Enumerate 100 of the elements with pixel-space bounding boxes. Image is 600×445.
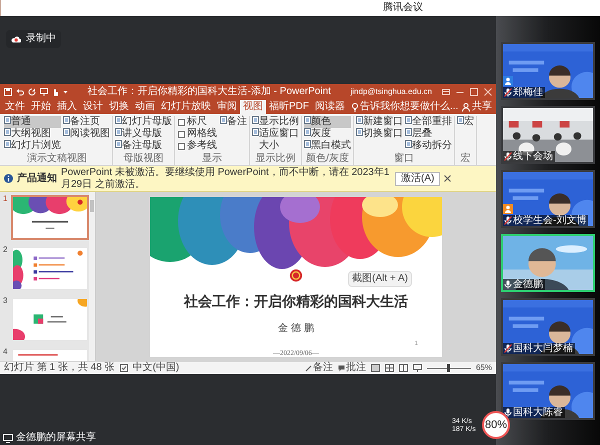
checkbox[interactable]	[178, 130, 185, 138]
undo-icon[interactable]	[16, 88, 24, 96]
ribbon-group-label: 演示文稿视图	[26, 154, 88, 164]
document-icon	[115, 140, 122, 148]
language-label[interactable]: 中文(中国)	[132, 363, 180, 373]
document-icon	[252, 128, 259, 136]
ribbon-button[interactable]: 切换窗口	[356, 128, 403, 140]
ribbon-tab[interactable]: 审阅	[214, 100, 240, 114]
ribbon-button[interactable]: 讲义母版	[115, 128, 172, 140]
reading-view-icon[interactable]	[398, 364, 408, 372]
ribbon-options-icon[interactable]	[442, 88, 450, 96]
document-icon	[356, 128, 363, 136]
tell-me-field[interactable]: 告诉我你想要做什么...	[352, 100, 458, 114]
ribbon-button[interactable]: 适应窗口大小	[252, 128, 299, 152]
ribbon-button[interactable]: 灰度	[304, 128, 351, 140]
ribbon-button[interactable]: 黑白模式	[304, 140, 351, 152]
ribbon-button[interactable]: 幻灯片浏览	[4, 140, 61, 152]
notes-icon	[304, 364, 312, 372]
video-tile[interactable]: 金德鹏	[501, 234, 595, 292]
video-tile[interactable]: 国科大闫梦楠	[501, 298, 595, 356]
slideshow-icon[interactable]	[412, 364, 422, 372]
video-tile[interactable]: 国科大陈睿	[501, 362, 595, 420]
ribbon-tab[interactable]: 视图	[240, 100, 266, 114]
ribbon-tab[interactable]: 开始	[28, 100, 54, 114]
save-icon[interactable]	[4, 88, 12, 96]
ribbon-group-label: 窗口	[393, 154, 415, 164]
person-icon	[462, 102, 470, 112]
participant-name-label: 郑梅佳	[503, 87, 545, 98]
ribbon-button[interactable]: 阅读视图	[63, 128, 110, 140]
zoom-level[interactable]: 65%	[476, 364, 492, 372]
ribbon-button[interactable]: 全部重排	[405, 116, 452, 128]
emblem-icon	[288, 268, 304, 282]
ribbon-tab[interactable]: 设计	[80, 100, 106, 114]
ribbon-tab[interactable]: 文件	[2, 100, 28, 114]
window-title: 社会工作：开启你精彩的国科大生活-添加 - PowerPoint	[86, 86, 332, 96]
ribbon-button[interactable]: 大纲视图	[4, 128, 61, 140]
document-icon	[304, 128, 311, 136]
document-icon	[4, 128, 11, 136]
notes-button[interactable]: 备注	[304, 363, 333, 373]
zoom-slider[interactable]	[426, 364, 471, 372]
slide-number: 3	[3, 297, 8, 307]
ribbon-group-label: 显示比例	[254, 154, 296, 164]
screen-share-label: 金德鹏的屏幕共享	[16, 433, 96, 443]
checkbox[interactable]	[178, 118, 185, 126]
ribbon-checkbox[interactable]: 标尺	[177, 116, 218, 128]
ribbon-button[interactable]: 备注母版	[115, 140, 172, 152]
participant-name-label: 国科大陈睿	[503, 407, 565, 418]
ribbon-tab[interactable]: 阅读器	[312, 100, 348, 114]
ribbon-button[interactable]: 显示比例	[252, 116, 299, 128]
slide-thumbnail[interactable]	[11, 195, 89, 240]
video-tile[interactable]: 郑梅佳	[501, 42, 595, 100]
ribbon-tab[interactable]: 插入	[54, 100, 80, 114]
ribbon-button[interactable]: 备注	[220, 116, 247, 128]
slider-thumb[interactable]	[447, 364, 450, 372]
document-icon	[115, 128, 122, 136]
participant-name-label: 校学生会-刘文博	[503, 215, 588, 226]
document-icon	[4, 140, 11, 148]
ribbon-button[interactable]: 新建窗口	[356, 116, 403, 128]
recording-badge[interactable]: 录制中	[6, 30, 61, 48]
ribbon-button[interactable]: 移动拆分	[405, 140, 452, 152]
checkbox[interactable]	[178, 142, 185, 150]
ribbon-tab[interactable]: 切换	[106, 100, 132, 114]
participant-name-label: 国科大闫梦楠	[503, 343, 575, 354]
presentation-icon[interactable]	[40, 88, 48, 96]
app-title: 腾讯会议	[383, 3, 423, 13]
maximize-icon[interactable]	[470, 88, 478, 96]
close-icon[interactable]	[444, 175, 452, 182]
cloud-record-icon	[11, 35, 21, 43]
spellcheck-icon[interactable]	[120, 364, 128, 372]
ribbon-button[interactable]: 宏	[457, 116, 474, 128]
ribbon-group-label: 颜色/灰度	[305, 154, 350, 164]
ribbon-button[interactable]: 层叠	[405, 128, 452, 140]
ribbon-tab[interactable]: 福昕PDF	[266, 100, 312, 114]
slide-sorter-icon[interactable]	[384, 364, 394, 372]
ribbon-button[interactable]: 普通	[4, 116, 61, 128]
redo-icon[interactable]	[28, 88, 36, 96]
ribbon-button[interactable]: 幻灯片母版	[115, 116, 172, 128]
document-icon	[63, 128, 70, 136]
slide-count: 幻灯片 第 1 张，共 48 张	[4, 363, 115, 373]
ribbon-button[interactable]: 颜色	[304, 116, 351, 128]
video-tile[interactable]: 线下会场	[501, 106, 595, 164]
document-icon	[304, 140, 311, 148]
ribbon-checkbox[interactable]: 参考线	[177, 140, 218, 152]
slide-author: 金 德 鹏	[278, 324, 314, 334]
ribbon-tab[interactable]: 幻灯片放映	[158, 100, 214, 114]
scrollbar[interactable]	[89, 192, 95, 361]
ribbon-group-label: 母版视图	[122, 154, 164, 164]
ribbon-tab[interactable]: 动画	[132, 100, 158, 114]
share-button[interactable]: 共享	[460, 100, 494, 114]
activate-button[interactable]: 激活(A)	[395, 172, 440, 186]
account-email[interactable]: jindp@tsinghua.edu.cn	[350, 88, 432, 96]
info-icon	[4, 174, 13, 183]
tooltip: 截图(Alt + A)	[348, 270, 412, 286]
comments-button[interactable]: 批注	[338, 363, 366, 373]
ribbon-checkbox[interactable]: 网格线	[177, 128, 218, 140]
notification-title: 产品通知	[17, 174, 57, 184]
hand-icon[interactable]	[52, 88, 59, 96]
normal-view-icon[interactable]	[370, 364, 380, 372]
video-tile[interactable]: 校学生会-刘文博	[501, 170, 595, 228]
ribbon-button[interactable]: 备注页	[63, 116, 110, 128]
